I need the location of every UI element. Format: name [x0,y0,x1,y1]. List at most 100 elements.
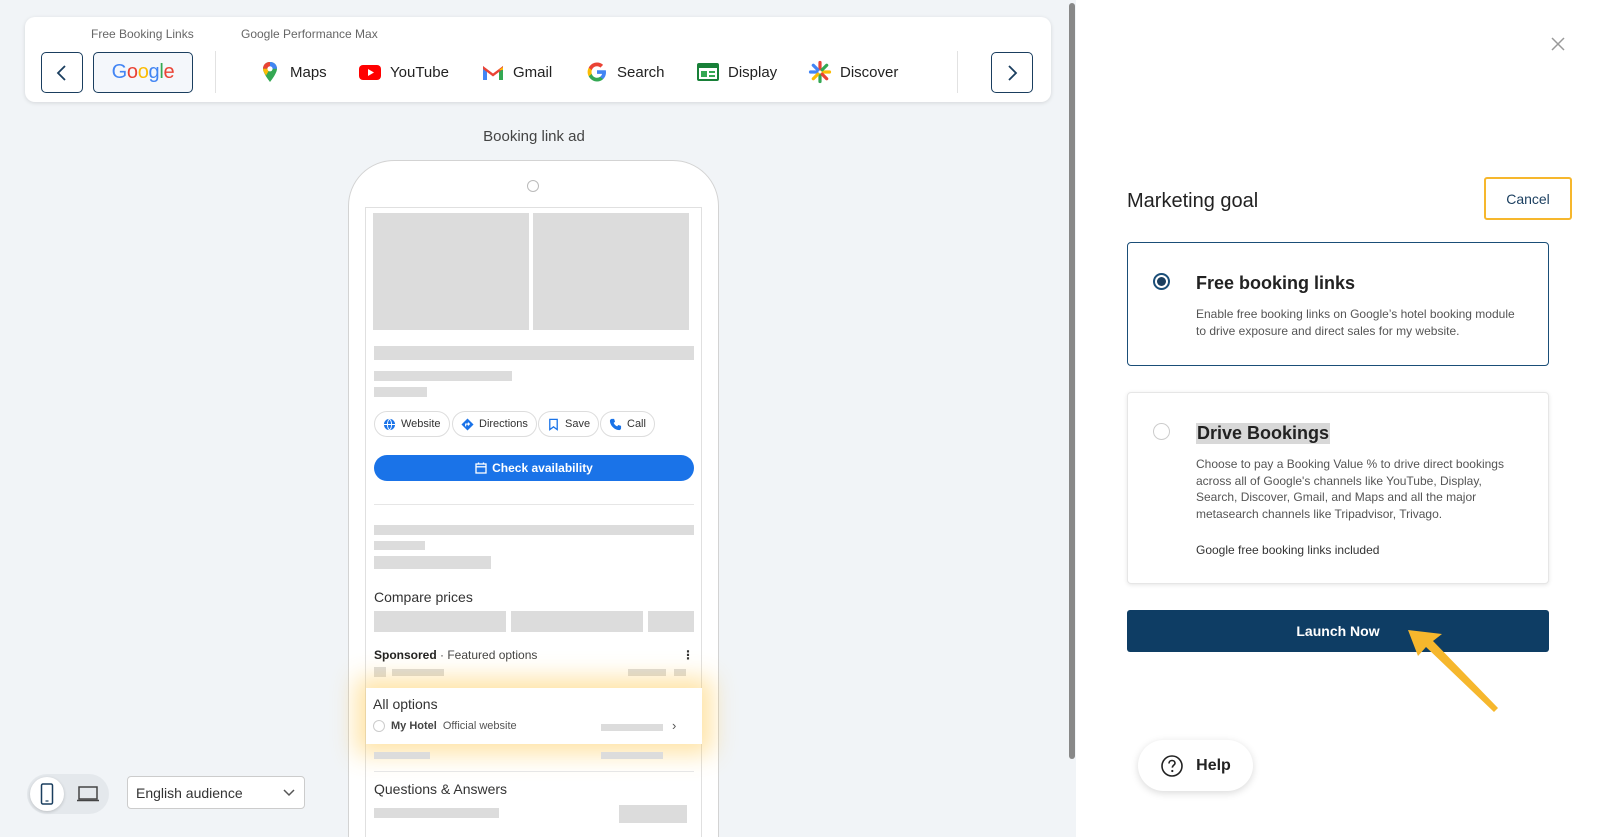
all-options-heading: All options [373,696,438,712]
price-placeholder [648,611,694,632]
hotel-name: My Hotel [391,720,437,732]
text-placeholder [374,556,491,569]
channel-label: YouTube [390,63,449,81]
channel-youtube[interactable]: YouTube [358,60,449,84]
help-icon [1161,754,1183,777]
chevron-left-icon [56,64,66,81]
price-placeholder [374,611,506,632]
price-placeholder [511,611,643,632]
text-placeholder [374,525,694,535]
scrollbar-thumb[interactable] [1069,3,1075,759]
icon-placeholder [374,667,386,677]
all-options-highlight[interactable]: All options My Hotel Official website › [366,688,702,744]
chevron-right-icon: › [672,718,677,733]
hotel-logo-icon [373,720,385,732]
phone-icon [609,418,622,430]
gmail-icon [483,65,503,80]
cancel-button[interactable]: Cancel [1484,177,1572,220]
option-description: Enable free booking links on Google’s ho… [1196,307,1515,338]
chip-label: Save [565,418,591,430]
channel-maps[interactable]: Maps [258,60,327,84]
directions-icon [461,417,474,431]
goal-panel: Marketing goal Cancel Free booking links… [1076,0,1600,837]
chip-call[interactable]: Call [600,411,655,437]
chip-label: Directions [479,418,528,430]
channel-label: Maps [290,63,327,81]
phone-screen: Website Directions Save Call Check avail… [365,207,702,837]
performance-max-label: Google Performance Max [241,27,378,41]
official-website-label: Official website [442,720,517,732]
text-placeholder [392,669,444,676]
text-placeholder [374,371,512,381]
text-placeholder [374,808,499,818]
chip-label: Website [401,418,441,430]
discover-icon [808,60,832,84]
chip-save[interactable]: Save [538,411,600,437]
text-placeholder [619,805,687,823]
chip-directions[interactable]: Directions [452,411,537,437]
channel-label: Display [728,63,778,81]
option-drive-bookings[interactable]: Drive Bookings Choose to pay a Booking V… [1127,392,1549,584]
option-note: Google free booking links included [1196,543,1380,557]
bookmark-icon [549,418,558,431]
chip-label: Call [627,418,646,430]
image-placeholder [533,213,689,330]
more-options-icon[interactable]: ⋮ [682,648,694,662]
channel-search[interactable]: Search [585,60,665,84]
divider [374,771,694,772]
goal-title: Marketing goal [1127,190,1259,212]
price-placeholder [601,724,663,731]
free-booking-links-label: Free Booking Links [91,27,194,41]
phone-camera [527,180,539,192]
text-placeholder [374,752,430,759]
channel-label: Search [617,63,665,81]
questions-answers-heading: Questions & Answers [374,781,508,797]
mobile-icon [40,783,54,805]
text-placeholder [601,752,663,759]
hotel-row: My Hotel Official website [373,720,517,732]
channel-label: Gmail [513,63,553,81]
check-availability-button[interactable]: Check availability [374,455,694,481]
globe-icon [383,418,396,430]
chevron-down-icon [283,788,295,796]
display-icon [697,63,719,81]
phone-mockup: Website Directions Save Call Check avail… [348,160,719,837]
option-free-booking-links[interactable]: Free booking links Enable free booking l… [1127,242,1549,366]
google-g-icon [587,62,606,82]
help-button[interactable]: Help [1138,740,1253,791]
language-value: English audience [136,784,243,801]
channel-label: Discover [840,63,899,81]
preview-scrollbar[interactable] [1068,0,1076,837]
text-placeholder [628,669,666,676]
text-placeholder [374,346,694,360]
maps-pin-icon [263,62,277,82]
text-placeholder [374,387,427,397]
radio-unselected[interactable] [1153,423,1170,440]
google-channel-button[interactable]: Google [93,52,193,93]
divider [374,504,694,505]
next-button[interactable] [991,52,1033,93]
compare-prices-heading: Compare prices [374,589,473,605]
chip-website[interactable]: Website [374,411,450,437]
check-availability-label: Check availability [492,461,593,475]
channel-gmail[interactable]: Gmail [481,60,552,84]
laptop-icon [77,786,99,802]
language-select[interactable]: English audience [127,776,305,809]
channel-display[interactable]: Display [696,60,777,84]
preview-title: Booking link ad [483,128,585,145]
image-placeholder [373,213,529,330]
mobile-view-button[interactable] [30,777,64,811]
divider [957,51,958,93]
device-toggle [27,774,109,814]
arrow-pointer-icon [1408,630,1498,712]
channel-discover[interactable]: Discover [808,60,898,84]
close-icon[interactable] [1548,34,1568,54]
desktop-view-button[interactable] [71,777,105,811]
option-title: Free booking links [1196,273,1356,293]
calendar-icon [475,462,487,474]
radio-selected[interactable] [1153,273,1170,290]
previous-button[interactable] [41,52,83,93]
text-placeholder [374,541,425,550]
sponsored-label: Sponsored · Featured options [374,648,538,662]
chevron-right-icon [1008,64,1018,81]
